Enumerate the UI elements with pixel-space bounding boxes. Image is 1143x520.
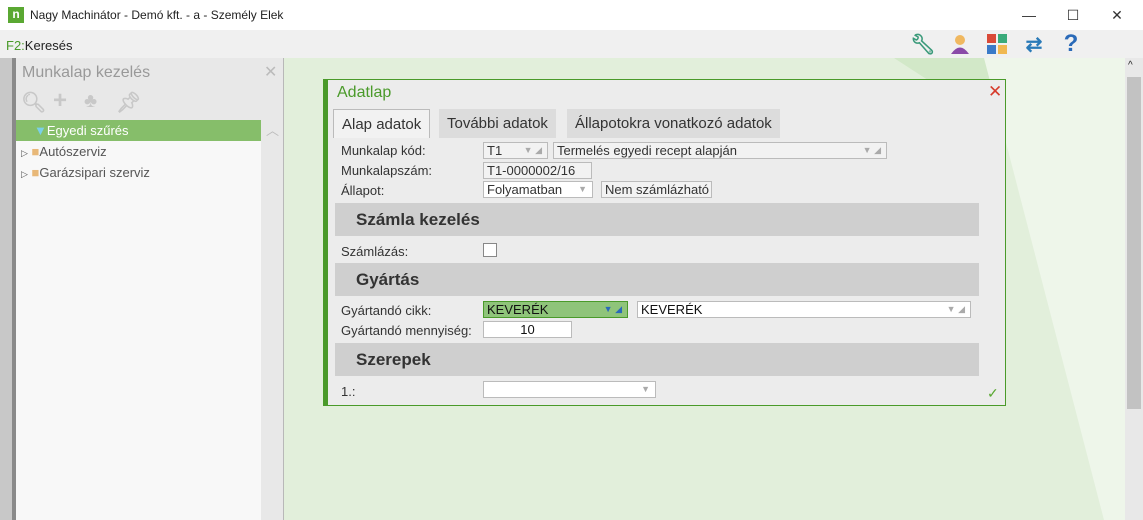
szerep1-select[interactable]: ▼ bbox=[483, 381, 656, 398]
dropdown-icon: ▼ ◢ bbox=[603, 304, 622, 314]
scrollbar-thumb[interactable] bbox=[1127, 77, 1141, 409]
dropdown-icon: ▼ bbox=[641, 384, 650, 394]
close-button[interactable]: ✕ bbox=[1102, 4, 1132, 26]
tree-item-egyedi-szures[interactable]: ▼Egyedi szűrés bbox=[16, 120, 261, 141]
search-shortcut[interactable]: F2:Keresés bbox=[6, 38, 73, 53]
left-strip bbox=[0, 58, 16, 520]
allapot-label: Állapot: bbox=[341, 183, 385, 198]
value: Folyamatban bbox=[487, 182, 563, 197]
tree-item-label: Garázsipari szerviz bbox=[39, 165, 150, 180]
user-icon[interactable] bbox=[942, 30, 978, 58]
allapot-select[interactable]: Folyamatban ▼ bbox=[483, 181, 593, 198]
wrench-icon[interactable]: 🔧︎ bbox=[905, 30, 941, 58]
dropdown-icon: ▼ ◢ bbox=[523, 145, 542, 155]
value: T1 bbox=[487, 143, 503, 158]
shortcut-key: F2: bbox=[6, 38, 25, 53]
gyartando-cikk-desc-select[interactable]: KEVERÉK ▼ ◢ bbox=[637, 301, 971, 318]
scroll-up-icon[interactable]: ︿ bbox=[266, 120, 279, 139]
help-icon[interactable]: ? bbox=[1053, 30, 1089, 58]
munkalapszam-label: Munkalapszám: bbox=[341, 163, 433, 178]
tree-item-label: Autószerviz bbox=[39, 144, 107, 159]
window-title: Nagy Machinátor - Demó kft. - a - Személ… bbox=[30, 8, 284, 22]
dialog-title: Adatlap bbox=[337, 84, 392, 101]
dropdown-icon: ▼ ◢ bbox=[946, 304, 965, 314]
dropdown-icon: ▼ bbox=[578, 184, 587, 194]
munkalap-kod-label: Munkalap kód: bbox=[341, 143, 426, 158]
tab-alap-adatok[interactable]: Alap adatok bbox=[333, 109, 431, 138]
tree-icon[interactable]: ♣ bbox=[84, 90, 97, 113]
munkalap-kod-select[interactable]: T1 ▼ ◢ bbox=[483, 142, 548, 159]
section-szerepek: Szerepek bbox=[335, 343, 979, 376]
app-logo: n bbox=[8, 7, 24, 23]
panel-title: Munkalap kezelés bbox=[22, 64, 151, 81]
section-gyartas: Gyártás bbox=[335, 263, 979, 296]
mennyiseg-field[interactable]: 10 bbox=[483, 321, 572, 338]
value: Termelés egyedi recept alapján bbox=[557, 143, 737, 158]
gyartando-cikk-label: Gyártandó cikk: bbox=[341, 303, 432, 318]
munkalap-kod-desc-select[interactable]: Termelés egyedi recept alapján ▼ ◢ bbox=[553, 142, 887, 159]
szamlazas-status-field: Nem számlázható bbox=[601, 181, 712, 198]
maximize-button[interactable]: ☐ bbox=[1058, 4, 1088, 26]
mennyiseg-label: Gyártandó mennyiség: bbox=[341, 323, 472, 338]
dropdown-icon: ▼ ◢ bbox=[862, 145, 881, 155]
section-szamla-kezeles: Számla kezelés bbox=[335, 203, 979, 236]
panel-close-icon[interactable]: ✕ bbox=[264, 62, 277, 82]
transfer-icon[interactable]: ⇄ bbox=[1016, 30, 1052, 58]
tab-allapotokra[interactable]: Állapotokra vonatkozó adatok bbox=[567, 109, 780, 138]
tree-item-autoszerviz[interactable]: ▷ ■Autószerviz bbox=[16, 141, 261, 162]
gyartando-cikk-select[interactable]: KEVERÉK ▼ ◢ bbox=[483, 301, 628, 318]
value: KEVERÉK bbox=[641, 302, 703, 317]
minimize-button[interactable]: — bbox=[1014, 4, 1044, 26]
confirm-check-icon[interactable]: ✓ bbox=[987, 385, 999, 402]
dialog-close-icon[interactable]: ✕ bbox=[988, 82, 1002, 102]
tree-item-label: Egyedi szűrés bbox=[46, 123, 129, 138]
shortcut-label: Keresés bbox=[24, 38, 73, 53]
pin-icon[interactable]: 📌︎ bbox=[116, 90, 141, 115]
szamlazas-label: Számlázás: bbox=[341, 244, 409, 259]
tab-tovabbi-adatok[interactable]: További adatok bbox=[439, 109, 556, 138]
tiles-icon[interactable] bbox=[979, 30, 1015, 58]
adatlap-dialog: Adatlap ✕ Alap adatok További adatok Áll… bbox=[323, 79, 1006, 406]
value: KEVERÉK bbox=[487, 302, 549, 317]
munkalapszam-field[interactable]: T1-0000002/16 bbox=[483, 162, 592, 179]
expand-icon[interactable]: ▷ bbox=[21, 169, 28, 179]
szamlazas-checkbox[interactable] bbox=[483, 243, 497, 257]
scroll-up-icon[interactable]: ^ bbox=[1128, 60, 1133, 71]
expand-icon[interactable]: ▷ bbox=[21, 148, 28, 158]
szerep1-label: 1.: bbox=[341, 384, 356, 399]
tree-item-garazsipari-szerviz[interactable]: ▷ ■Garázsipari szerviz bbox=[16, 162, 261, 183]
tree-list: ▼Egyedi szűrés ▷ ■Autószerviz ▷ ■Garázsi… bbox=[16, 120, 261, 520]
left-panel: Munkalap kezelés ✕ 🔍︎ + ♣ 📌︎ ▼Egyedi szű… bbox=[16, 58, 284, 520]
add-icon[interactable]: + bbox=[53, 87, 67, 115]
filter-icon: ▼ bbox=[34, 123, 47, 138]
search-icon[interactable]: 🔍︎ bbox=[21, 90, 46, 115]
